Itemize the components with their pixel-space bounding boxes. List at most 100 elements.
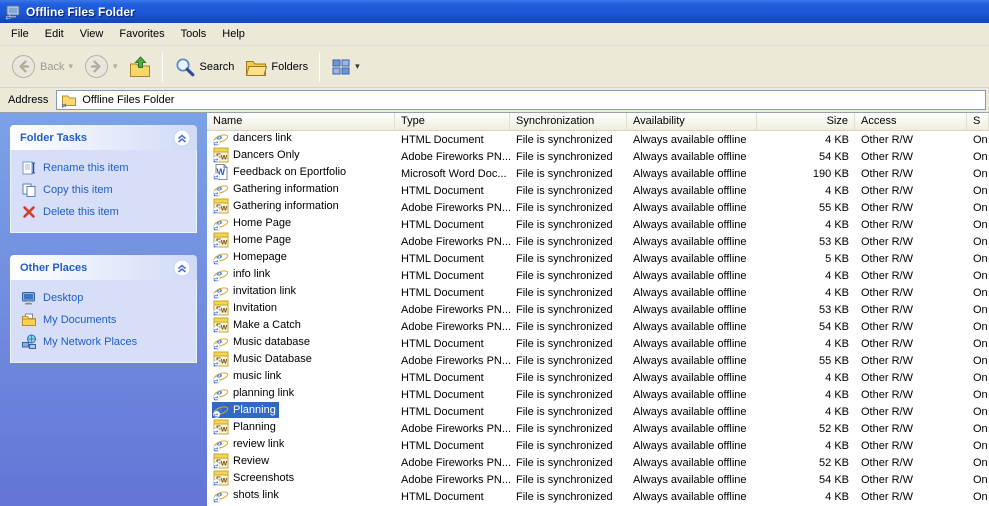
- file-name[interactable]: e ⇄ info link: [212, 266, 273, 282]
- cell-availability: Always available offline: [633, 235, 747, 248]
- file-row[interactable]: e ⇄ dancers link HTML Document File is synch…: [207, 131, 989, 148]
- cell-status: On: [973, 286, 988, 299]
- svg-text:⇄: ⇄: [214, 463, 219, 469]
- cell-availability: Always available offline: [633, 473, 747, 486]
- menu-file[interactable]: File: [3, 24, 37, 44]
- file-row[interactable]: e ⇄ Gathering information HTML Document File…: [207, 182, 989, 199]
- sidebar-item-delete-this-item[interactable]: Delete this item: [21, 201, 190, 223]
- file-row[interactable]: e ⇄ invitation link HTML Document File is sy…: [207, 284, 989, 301]
- cell-status: On: [973, 439, 988, 452]
- cell-type: Adobe Fireworks PN...: [401, 235, 510, 248]
- folder-tasks-header[interactable]: Folder Tasks: [10, 125, 197, 150]
- column-header-size[interactable]: Size: [757, 113, 855, 131]
- folders-button[interactable]: Folders: [240, 53, 313, 81]
- file-row[interactable]: Fw ⇄ Invitation Adobe Fireworks PN... File i…: [207, 300, 989, 318]
- file-name[interactable]: e ⇄ invitation link: [212, 283, 299, 299]
- cell-status: On: [973, 371, 988, 384]
- file-name[interactable]: e ⇄ planning link: [212, 385, 297, 401]
- file-row[interactable]: e ⇄ music link HTML Document File is synchro…: [207, 369, 989, 386]
- cell-access: Other R/W: [861, 133, 913, 146]
- sidebar-item-my-network-places[interactable]: My Network Places: [21, 331, 190, 353]
- file-name[interactable]: e ⇄ Planning: [212, 402, 279, 418]
- file-row[interactable]: e ⇄ Planning HTML Document File is synchroni…: [207, 402, 989, 420]
- column-header-type[interactable]: Type: [395, 113, 510, 131]
- cell-access: Other R/W: [861, 235, 913, 248]
- other-places-header[interactable]: Other Places: [10, 255, 197, 280]
- column-header-availability[interactable]: Availability: [627, 113, 757, 131]
- file-name-label: planning link: [233, 387, 295, 399]
- file-name[interactable]: Fw ⇄ Music Database: [212, 351, 315, 367]
- back-button[interactable]: Back ▾: [6, 51, 78, 82]
- file-row[interactable]: e ⇄ review link HTML Document File is synchr…: [207, 437, 989, 454]
- file-row[interactable]: W ⇄ Feedback on Eportfolio Microsoft Word D…: [207, 164, 989, 182]
- search-button[interactable]: Search: [169, 53, 240, 81]
- forward-button[interactable]: ▾: [79, 51, 123, 82]
- titlebar[interactable]: ⇄ Offline Files Folder: [0, 0, 989, 23]
- views-dropdown-icon: ▾: [355, 61, 360, 71]
- menu-edit[interactable]: Edit: [37, 24, 72, 44]
- cell-access: Other R/W: [861, 286, 913, 299]
- address-input[interactable]: ⇄ Offline Files Folder: [56, 90, 986, 110]
- sidebar-item-desktop[interactable]: Desktop: [21, 287, 190, 309]
- up-button[interactable]: [124, 53, 156, 81]
- file-name[interactable]: e ⇄ shots link: [212, 487, 282, 503]
- menu-view[interactable]: View: [72, 24, 112, 44]
- cell-status: On: [973, 388, 988, 401]
- file-row[interactable]: Fw ⇄ Planning Adobe Fireworks PN... File is …: [207, 419, 989, 437]
- file-name[interactable]: e ⇄ music link: [212, 368, 284, 384]
- file-row[interactable]: e ⇄ Music database HTML Document File is syn…: [207, 335, 989, 352]
- file-name[interactable]: e ⇄ dancers link: [212, 131, 295, 146]
- menu-favorites[interactable]: Favorites: [111, 24, 172, 44]
- file-name[interactable]: Fw ⇄ Invitation: [212, 300, 280, 316]
- file-name[interactable]: Fw ⇄ Home Page: [212, 232, 294, 248]
- file-name[interactable]: e ⇄ Gathering information: [212, 181, 342, 197]
- menu-help[interactable]: Help: [214, 24, 253, 44]
- file-name[interactable]: Fw ⇄ Make a Catch: [212, 317, 304, 333]
- svg-text:⇄: ⇄: [214, 140, 219, 146]
- file-name-label: shots link: [233, 489, 279, 501]
- sidebar-item-my-documents[interactable]: My Documents: [21, 309, 190, 331]
- file-name[interactable]: Fw ⇄ Review: [212, 453, 272, 469]
- file-row[interactable]: Fw ⇄ Make a Catch Adobe Fireworks PN... File…: [207, 317, 989, 335]
- file-name[interactable]: Fw ⇄ Gathering information: [212, 198, 342, 214]
- file-row[interactable]: Fw ⇄ Music Database Adobe Fireworks PN... Fi…: [207, 351, 989, 369]
- file-name[interactable]: Fw ⇄ Dancers Only: [212, 147, 303, 163]
- file-row[interactable]: Fw ⇄ Review Adobe Fireworks PN... File is sy…: [207, 453, 989, 471]
- cell-type: Adobe Fireworks PN...: [401, 150, 510, 163]
- file-name-label: Music Database: [233, 353, 312, 365]
- file-name[interactable]: e ⇄ Home Page: [212, 215, 294, 231]
- file-row[interactable]: e ⇄ Home Page HTML Document File is synchron…: [207, 216, 989, 233]
- cell-availability: Always available offline: [633, 150, 747, 163]
- file-row[interactable]: e ⇄ info link HTML Document File is synchron…: [207, 267, 989, 284]
- column-header-synchronization[interactable]: Synchronization: [510, 113, 627, 131]
- cell-size: 53 KB: [819, 303, 849, 316]
- cell-availability: Always available offline: [633, 456, 747, 469]
- file-row[interactable]: Fw ⇄ Screenshots Adobe Fireworks PN... File …: [207, 470, 989, 488]
- collapse-chevron-icon[interactable]: [173, 129, 191, 147]
- collapse-chevron-icon[interactable]: [173, 259, 191, 277]
- views-button[interactable]: ▾: [326, 54, 365, 80]
- sidebar-item-copy-this-item[interactable]: Copy this item: [21, 179, 190, 201]
- column-header-access[interactable]: Access: [855, 113, 967, 131]
- file-name[interactable]: e ⇄ Homepage: [212, 249, 290, 265]
- file-row[interactable]: e ⇄ shots link HTML Document File is synchro…: [207, 488, 989, 505]
- file-name[interactable]: Fw ⇄ Screenshots: [212, 470, 297, 486]
- column-header-name[interactable]: Name: [207, 113, 395, 131]
- file-row[interactable]: e ⇄ Homepage HTML Document File is synchroni…: [207, 250, 989, 267]
- cell-access: Other R/W: [861, 388, 913, 401]
- file-name[interactable]: e ⇄ Music database: [212, 334, 313, 350]
- file-row[interactable]: Fw ⇄ Dancers Only Adobe Fireworks PN... File…: [207, 147, 989, 165]
- svg-text:⇄: ⇄: [214, 480, 219, 486]
- sidebar-item-rename-this-item[interactable]: Rename this item: [21, 157, 190, 179]
- menu-tools[interactable]: Tools: [173, 24, 215, 44]
- file-name[interactable]: Fw ⇄ Planning: [212, 419, 279, 435]
- back-label: Back: [40, 60, 65, 73]
- file-name[interactable]: e ⇄ review link: [212, 436, 287, 452]
- cell-availability: Always available offline: [633, 184, 747, 197]
- file-row[interactable]: Fw ⇄ Gathering information Adobe Fireworks …: [207, 198, 989, 216]
- file-row[interactable]: e ⇄ planning link HTML Document File is sync…: [207, 386, 989, 403]
- column-header-s[interactable]: S: [967, 113, 989, 131]
- sidebar-item-label: My Network Places: [43, 336, 138, 348]
- file-row[interactable]: Fw ⇄ Home Page Adobe Fireworks PN... File is…: [207, 232, 989, 250]
- file-name[interactable]: W ⇄ Feedback on Eportfolio: [212, 164, 349, 180]
